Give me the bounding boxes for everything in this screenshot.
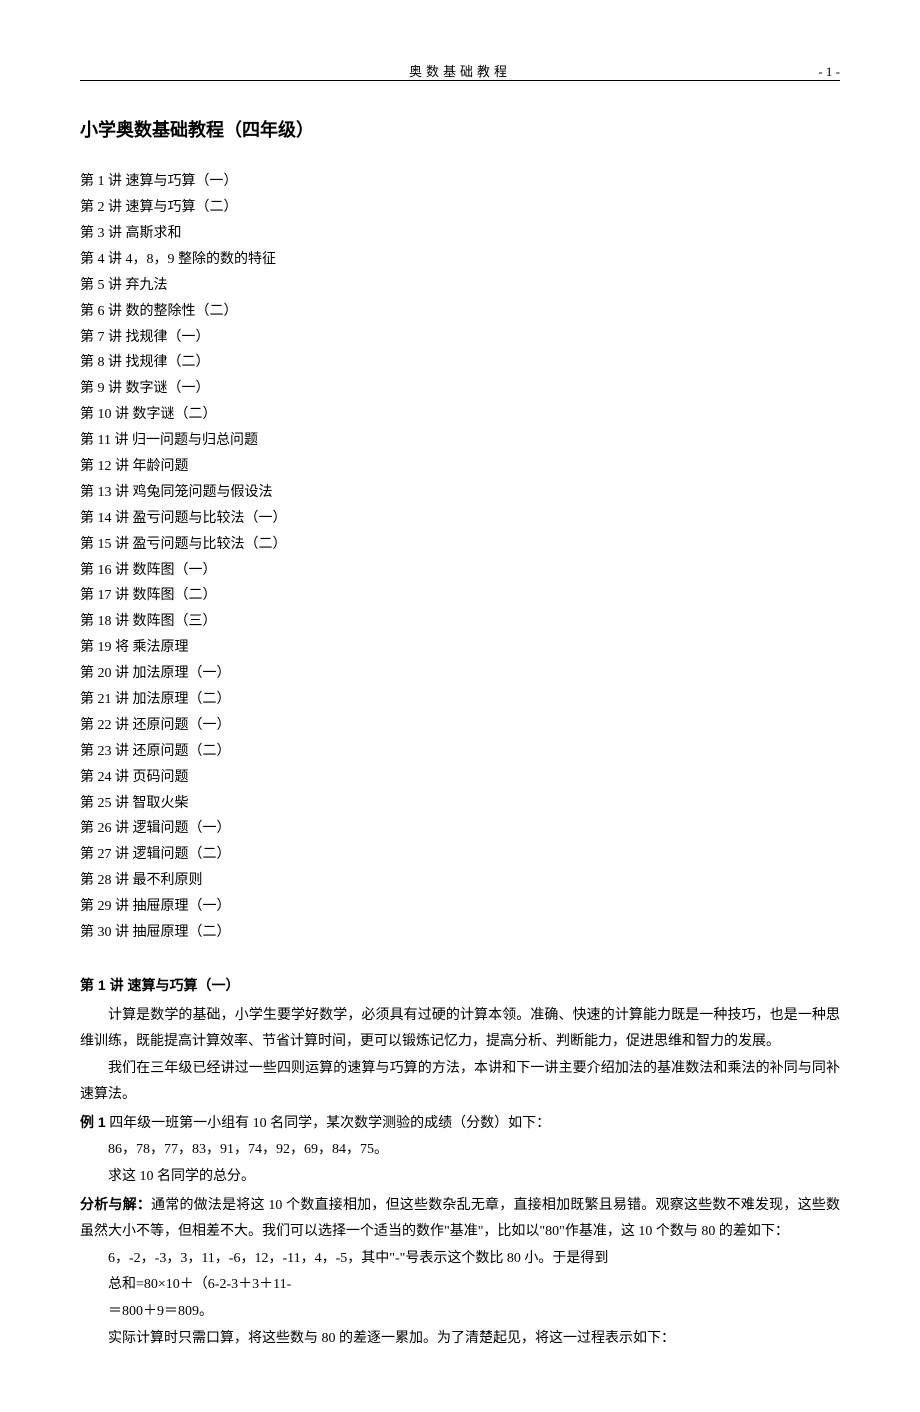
- example-stem: 四年级一班第一小组有 10 名同学，某次数学测验的成绩（分数）如下：: [106, 1116, 551, 1131]
- header-center-text: 奥数基础教程: [409, 60, 511, 85]
- toc-item: 第 20 讲 加法原理（一）: [80, 661, 840, 687]
- example-ask: 求这 10 名同学的总分。: [80, 1164, 840, 1191]
- toc-item: 第 24 讲 页码问题: [80, 765, 840, 791]
- toc-item: 第 17 讲 数阵图（二）: [80, 583, 840, 609]
- header-page-number: - 1 -: [818, 60, 840, 85]
- toc-item: 第 12 讲 年龄问题: [80, 454, 840, 480]
- toc-item: 第 2 讲 速算与巧算（二）: [80, 195, 840, 221]
- toc-item: 第 22 讲 还原问题（一）: [80, 713, 840, 739]
- table-of-contents: 第 1 讲 速算与巧算（一） 第 2 讲 速算与巧算（二） 第 3 讲 高斯求和…: [80, 169, 840, 946]
- analysis-line: 实际计算时只需口算，将这些数与 80 的差逐一累加。为了清楚起见，将这一过程表示…: [80, 1326, 840, 1353]
- toc-item: 第 27 讲 逻辑问题（二）: [80, 842, 840, 868]
- toc-item: 第 1 讲 速算与巧算（一）: [80, 169, 840, 195]
- toc-item: 第 11 讲 归一问题与归总问题: [80, 428, 840, 454]
- example-data: 86，78，77，83，91，74，92，69，84，75。: [80, 1137, 840, 1164]
- example-line: 例 1 四年级一班第一小组有 10 名同学，某次数学测验的成绩（分数）如下：: [80, 1109, 840, 1138]
- toc-item: 第 13 讲 鸡兔同笼问题与假设法: [80, 480, 840, 506]
- toc-item: 第 26 讲 逻辑问题（一）: [80, 816, 840, 842]
- toc-item: 第 29 讲 抽屉原理（一）: [80, 894, 840, 920]
- toc-item: 第 8 讲 找规律（二）: [80, 350, 840, 376]
- section-title: 第 1 讲 速算与巧算（一）: [80, 972, 840, 999]
- page: 奥数基础教程 - 1 - 小学奥数基础教程（四年级） 第 1 讲 速算与巧算（一…: [0, 0, 920, 1412]
- toc-item: 第 23 讲 还原问题（二）: [80, 739, 840, 765]
- toc-item: 第 18 讲 数阵图（三）: [80, 609, 840, 635]
- toc-item: 第 4 讲 4，8，9 整除的数的特征: [80, 247, 840, 273]
- toc-item: 第 25 讲 智取火柴: [80, 791, 840, 817]
- toc-item: 第 14 讲 盈亏问题与比较法（一）: [80, 506, 840, 532]
- toc-item: 第 28 讲 最不利原则: [80, 868, 840, 894]
- paragraph: 我们在三年级已经讲过一些四则运算的速算与巧算的方法，本讲和下一讲主要介绍加法的基…: [80, 1056, 840, 1109]
- toc-item: 第 9 讲 数字谜（一）: [80, 376, 840, 402]
- toc-item: 第 19 将 乘法原理: [80, 635, 840, 661]
- analysis-line: ＝800＋9＝809。: [80, 1299, 840, 1326]
- toc-item: 第 3 讲 高斯求和: [80, 221, 840, 247]
- toc-item: 第 30 讲 抽屉原理（二）: [80, 920, 840, 946]
- toc-item: 第 15 讲 盈亏问题与比较法（二）: [80, 532, 840, 558]
- toc-item: 第 16 讲 数阵图（一）: [80, 558, 840, 584]
- toc-item: 第 21 讲 加法原理（二）: [80, 687, 840, 713]
- analysis-text: 通常的做法是将这 10 个数直接相加，但这些数杂乱无章，直接相加既繁且易错。观察…: [80, 1198, 840, 1240]
- analysis-block: 分析与解：通常的做法是将这 10 个数直接相加，但这些数杂乱无章，直接相加既繁且…: [80, 1191, 840, 1246]
- toc-item: 第 7 讲 找规律（一）: [80, 325, 840, 351]
- toc-item: 第 6 讲 数的整除性（二）: [80, 299, 840, 325]
- document-title: 小学奥数基础教程（四年级）: [80, 113, 840, 147]
- analysis-line: 总和=80×10＋（6-2-3＋3＋11-: [80, 1272, 840, 1299]
- example-label: 例 1: [80, 1114, 106, 1130]
- toc-item: 第 10 讲 数字谜（二）: [80, 402, 840, 428]
- header-bar: 奥数基础教程 - 1 -: [80, 60, 840, 81]
- analysis-label: 分析与解：: [80, 1196, 151, 1212]
- analysis-line: 6，-2，-3，3，11，-6，12，-11，4，-5，其中"-"号表示这个数比…: [80, 1246, 840, 1273]
- toc-item: 第 5 讲 弃九法: [80, 273, 840, 299]
- paragraph: 计算是数学的基础，小学生要学好数学，必须具有过硬的计算本领。准确、快速的计算能力…: [80, 1003, 840, 1056]
